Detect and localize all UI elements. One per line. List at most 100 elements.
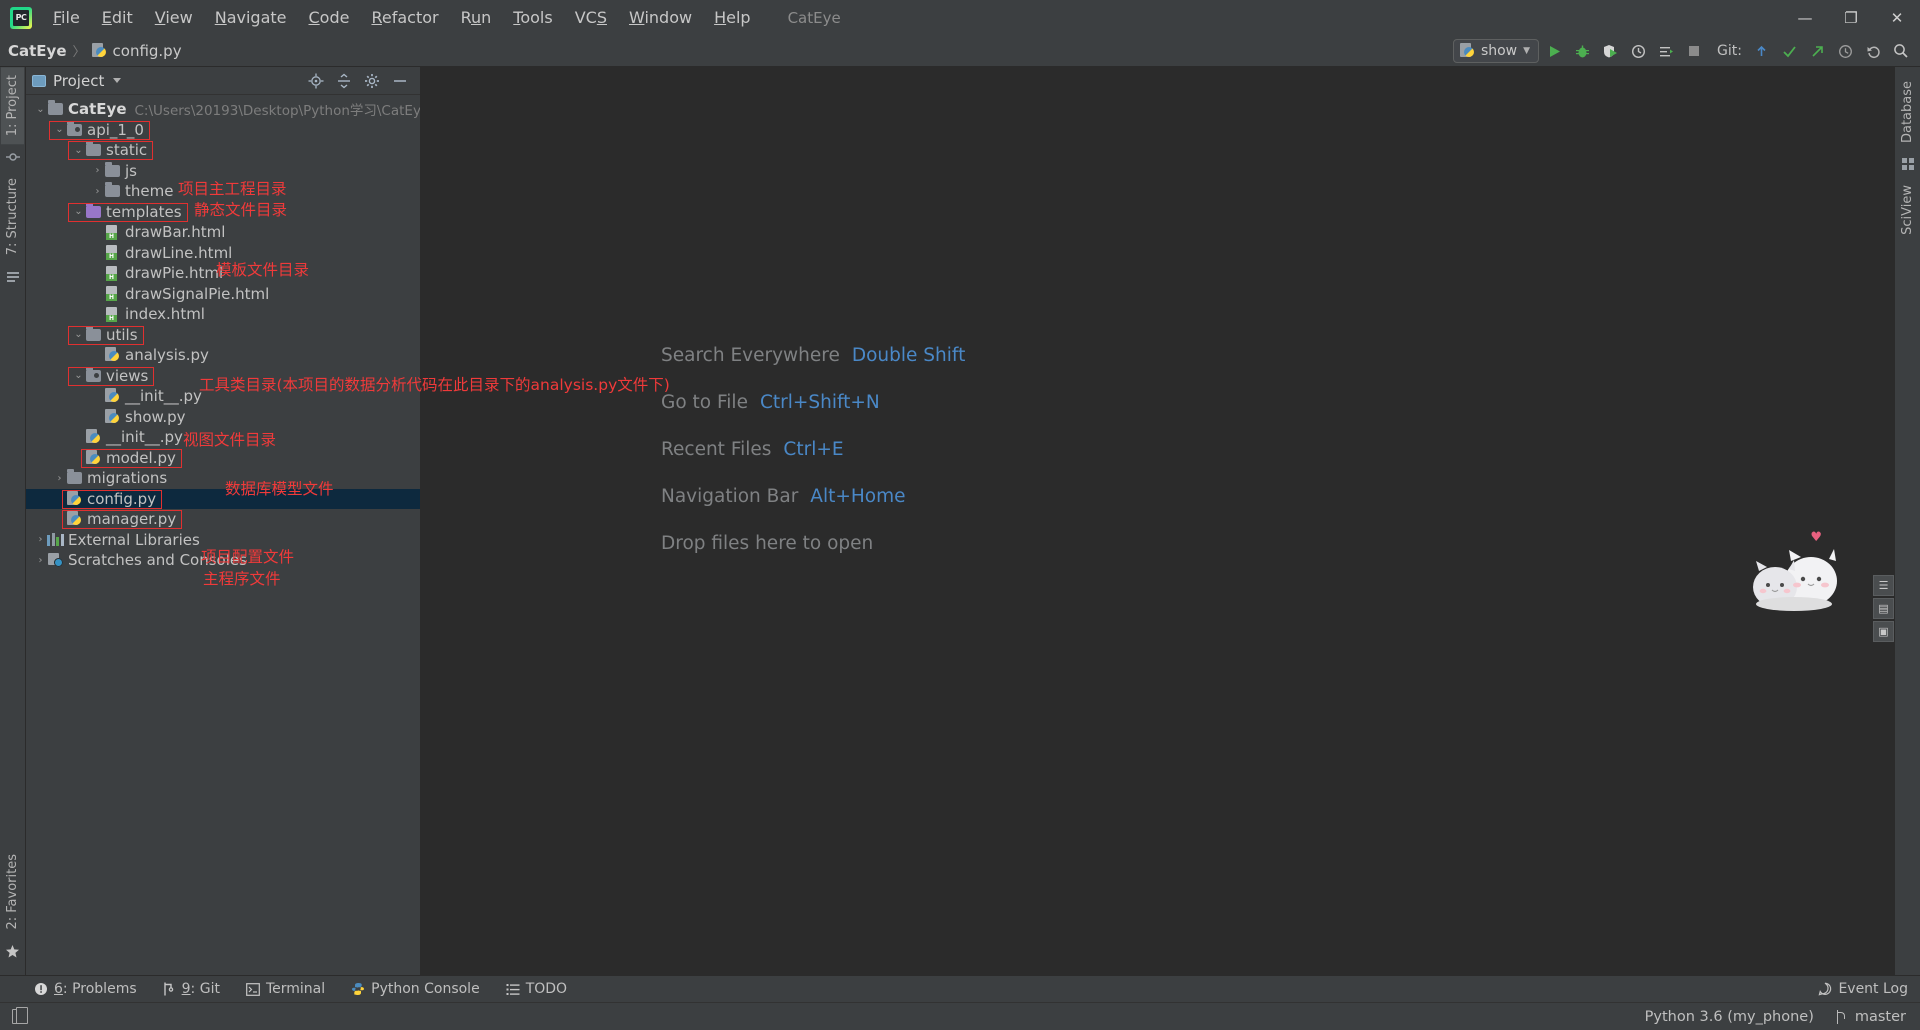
project-tree[interactable]: ⌄ CatEye C:\Users\20193\Desktop\Python学习\C… — [26, 95, 420, 975]
widget-button-2[interactable]: ▤ — [1873, 598, 1894, 619]
toolwindow-terminal[interactable]: Terminal — [246, 981, 325, 997]
layout-icon[interactable] — [12, 1007, 28, 1024]
widget-button-3[interactable]: ▣ — [1873, 621, 1894, 642]
heart-icon: ♥ — [1810, 530, 1822, 545]
menu-window[interactable]: Window — [618, 4, 703, 31]
menu-code[interactable]: Code — [298, 4, 361, 31]
tree-row-static[interactable]: ⌄ static — [26, 140, 420, 161]
menu-refactor[interactable]: Refactor — [360, 4, 449, 31]
tree-row-drawbar-html[interactable]: ›drawBar.html — [26, 222, 420, 243]
run-button[interactable] — [1541, 38, 1567, 64]
git-rollback-button[interactable] — [1860, 38, 1886, 64]
hint-action: Drop files here to open — [661, 533, 874, 554]
chevron-right-icon[interactable]: › — [34, 534, 47, 545]
chevron-right-icon[interactable]: › — [91, 165, 104, 176]
breadcrumb-file[interactable]: config.py — [91, 42, 182, 60]
chevron-down-icon[interactable]: ⌄ — [34, 104, 47, 115]
minimize-button[interactable]: — — [1782, 0, 1828, 35]
star-icon[interactable] — [5, 944, 20, 959]
toolwindow-terminal-label: Terminal — [265, 981, 326, 997]
git-label: Git: — [1717, 43, 1742, 59]
bookmarks-icon[interactable] — [6, 270, 20, 284]
menu-vcs[interactable]: VCS — [564, 4, 618, 31]
tree-row-migrations[interactable]: › migrations — [26, 468, 420, 489]
close-button[interactable]: ✕ — [1874, 0, 1920, 35]
chevron-down-icon[interactable]: ⌄ — [72, 145, 85, 156]
toolwindow-git-label: : Git — [190, 981, 220, 997]
gear-icon[interactable] — [364, 73, 380, 89]
run-configuration-selector[interactable]: show ▼ — [1452, 39, 1540, 63]
chevron-down-icon[interactable]: ⌄ — [53, 124, 66, 135]
grid-icon[interactable] — [1901, 157, 1915, 171]
menu-tools[interactable]: Tools — [502, 4, 563, 31]
maximize-button[interactable]: ❐ — [1828, 0, 1874, 35]
hide-icon[interactable] — [392, 73, 408, 89]
sidebar-item-database[interactable]: Database — [1896, 73, 1919, 151]
event-log-button[interactable]: Event Log — [1818, 981, 1908, 997]
search-icon[interactable] — [1888, 38, 1914, 64]
tree-row-drawsignalpie-html[interactable]: ›drawSignalPie.html — [26, 284, 420, 305]
debug-button[interactable] — [1569, 38, 1595, 64]
tree-row-manager-py[interactable]: ›manager.py — [26, 509, 420, 530]
chevron-right-icon[interactable]: › — [53, 473, 66, 484]
hint-shortcut[interactable]: Ctrl+Shift+N — [760, 392, 880, 413]
toolwindow-problems[interactable]: 6: Problems — [34, 981, 137, 997]
git-history-button[interactable] — [1832, 38, 1858, 64]
tree-label: migrations — [87, 469, 168, 488]
profile-button[interactable] — [1625, 38, 1651, 64]
toolwindow-git[interactable]: 9: Git — [163, 981, 220, 997]
collapse-all-icon[interactable] — [336, 73, 352, 89]
hint-row: Search Everywhere Double Shift — [661, 345, 965, 366]
tree-label: utils — [106, 325, 138, 344]
hint-shortcut[interactable]: Double Shift — [852, 345, 965, 366]
hint-shortcut[interactable]: Alt+Home — [810, 486, 905, 507]
git-push-button[interactable] — [1804, 38, 1830, 64]
toolwindow-todo[interactable]: TODO — [506, 981, 567, 997]
tree-row-utils[interactable]: ⌄ utils — [26, 325, 420, 346]
branch-selector[interactable]: master — [1836, 1009, 1906, 1025]
git-commit-button[interactable] — [1776, 38, 1802, 64]
widget-button-1[interactable]: ☰ — [1873, 575, 1894, 596]
menu-edit[interactable]: Edit — [91, 4, 144, 31]
tree-label: drawPie.html — [125, 264, 224, 283]
tree-row-config-py[interactable]: ›config.py — [26, 488, 420, 509]
tree-row-analysis-py[interactable]: ›analysis.py — [26, 345, 420, 366]
hint-shortcut[interactable]: Ctrl+E — [783, 439, 843, 460]
project-path: C:\Users\20193\Desktop\Python学习\CatEye — [134, 103, 421, 120]
tree-row-show-py[interactable]: ›show.py — [26, 407, 420, 428]
sidebar-item-favorites[interactable]: 2: Favorites — [1, 846, 24, 938]
locate-icon[interactable] — [308, 73, 324, 89]
chevron-down-icon[interactable]: ⌄ — [72, 329, 85, 340]
menu-file[interactable]: FFileile — [42, 4, 91, 31]
tree-label: config.py — [87, 489, 157, 508]
tree-row-index-html[interactable]: ›index.html — [26, 304, 420, 325]
branch-label: master — [1854, 1008, 1906, 1025]
menu-navigate[interactable]: Navigate — [204, 4, 298, 31]
chevron-down-icon[interactable]: ⌄ — [72, 370, 85, 381]
menu-view[interactable]: View — [144, 4, 204, 31]
tree-row-model-py[interactable]: ›model.py — [26, 448, 420, 469]
stop-button[interactable] — [1681, 38, 1707, 64]
html-file-icon — [105, 224, 120, 240]
toolwindow-problems-num: 6 — [54, 981, 63, 997]
menu-help[interactable]: Help — [703, 4, 761, 31]
chevron-down-icon[interactable]: ⌄ — [72, 206, 85, 217]
sidebar-item-structure[interactable]: 7: Structure — [1, 170, 24, 263]
project-panel-title[interactable]: Project — [32, 72, 122, 90]
toolwindow-python-console[interactable]: Python Console — [351, 981, 480, 997]
interpreter-selector[interactable]: Python 3.6 (my_phone) — [1645, 1009, 1814, 1025]
breadcrumb-project[interactable]: CatEye — [8, 42, 67, 60]
annotation-text: 项目主工程目录 — [178, 180, 287, 198]
chevron-right-icon[interactable]: › — [34, 555, 47, 566]
tree-row-cateye[interactable]: ⌄ CatEye C:\Users\20193\Desktop\Python学习\C… — [26, 99, 420, 120]
chevron-right-icon[interactable]: › — [91, 186, 104, 197]
sidebar-item-project[interactable]: 1: Project — [1, 67, 24, 145]
commit-icon[interactable] — [5, 150, 20, 164]
tree-row-api-1-0[interactable]: ⌄ api_1_0 — [26, 120, 420, 141]
menu-run[interactable]: Run — [450, 4, 503, 31]
folder-icon — [86, 325, 101, 341]
sidebar-item-sciview[interactable]: SciView — [1896, 177, 1919, 243]
run-coverage-button[interactable] — [1597, 38, 1623, 64]
git-update-button[interactable] — [1748, 38, 1774, 64]
attach-process-button[interactable] — [1653, 38, 1679, 64]
